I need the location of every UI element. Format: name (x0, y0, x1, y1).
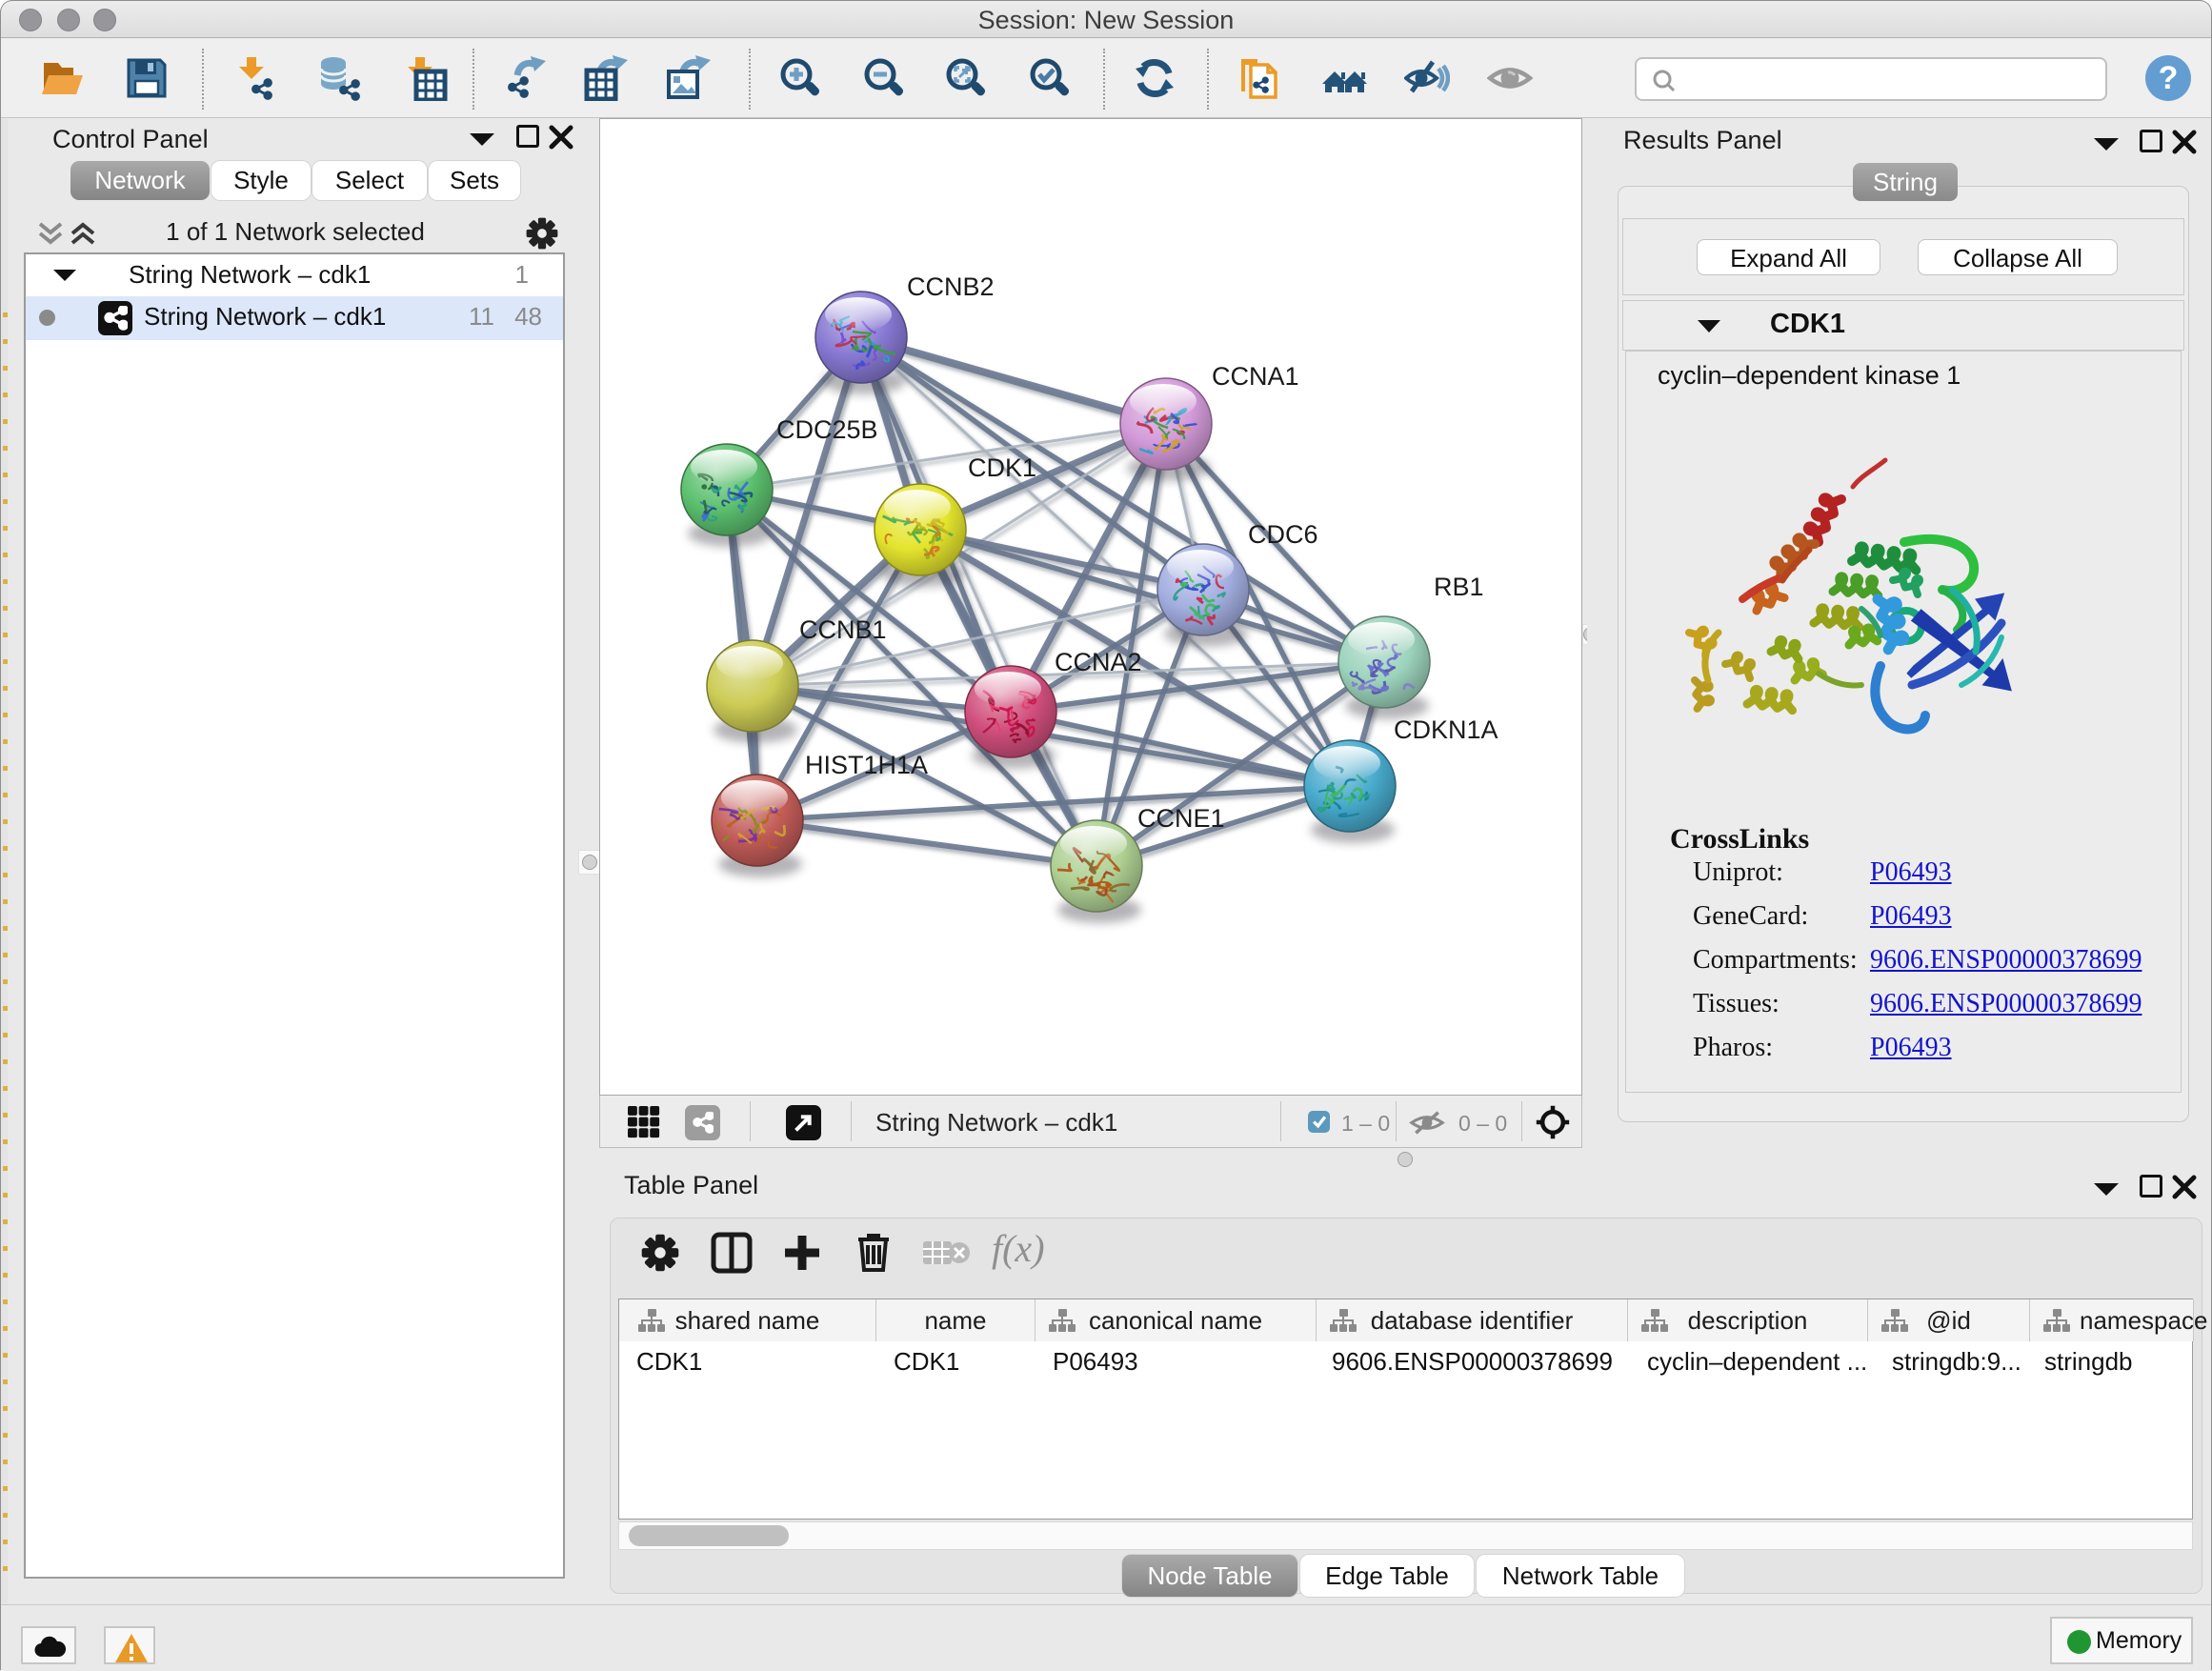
svg-text:CDC6: CDC6 (1248, 520, 1318, 549)
svg-text:CCNA2: CCNA2 (1055, 648, 1142, 676)
svg-text:CCNB2: CCNB2 (907, 272, 995, 301)
svg-text:CDKN1A: CDKN1A (1394, 715, 1498, 744)
svg-text:RB1: RB1 (1434, 573, 1484, 601)
svg-text:CCNA1: CCNA1 (1212, 362, 1299, 391)
svg-text:HIST1H1A: HIST1H1A (805, 751, 928, 779)
svg-text:CCNB1: CCNB1 (799, 615, 887, 644)
svg-text:CDC25B: CDC25B (776, 415, 878, 444)
svg-text:CCNE1: CCNE1 (1137, 804, 1225, 833)
svg-text:CDK1: CDK1 (968, 453, 1036, 482)
